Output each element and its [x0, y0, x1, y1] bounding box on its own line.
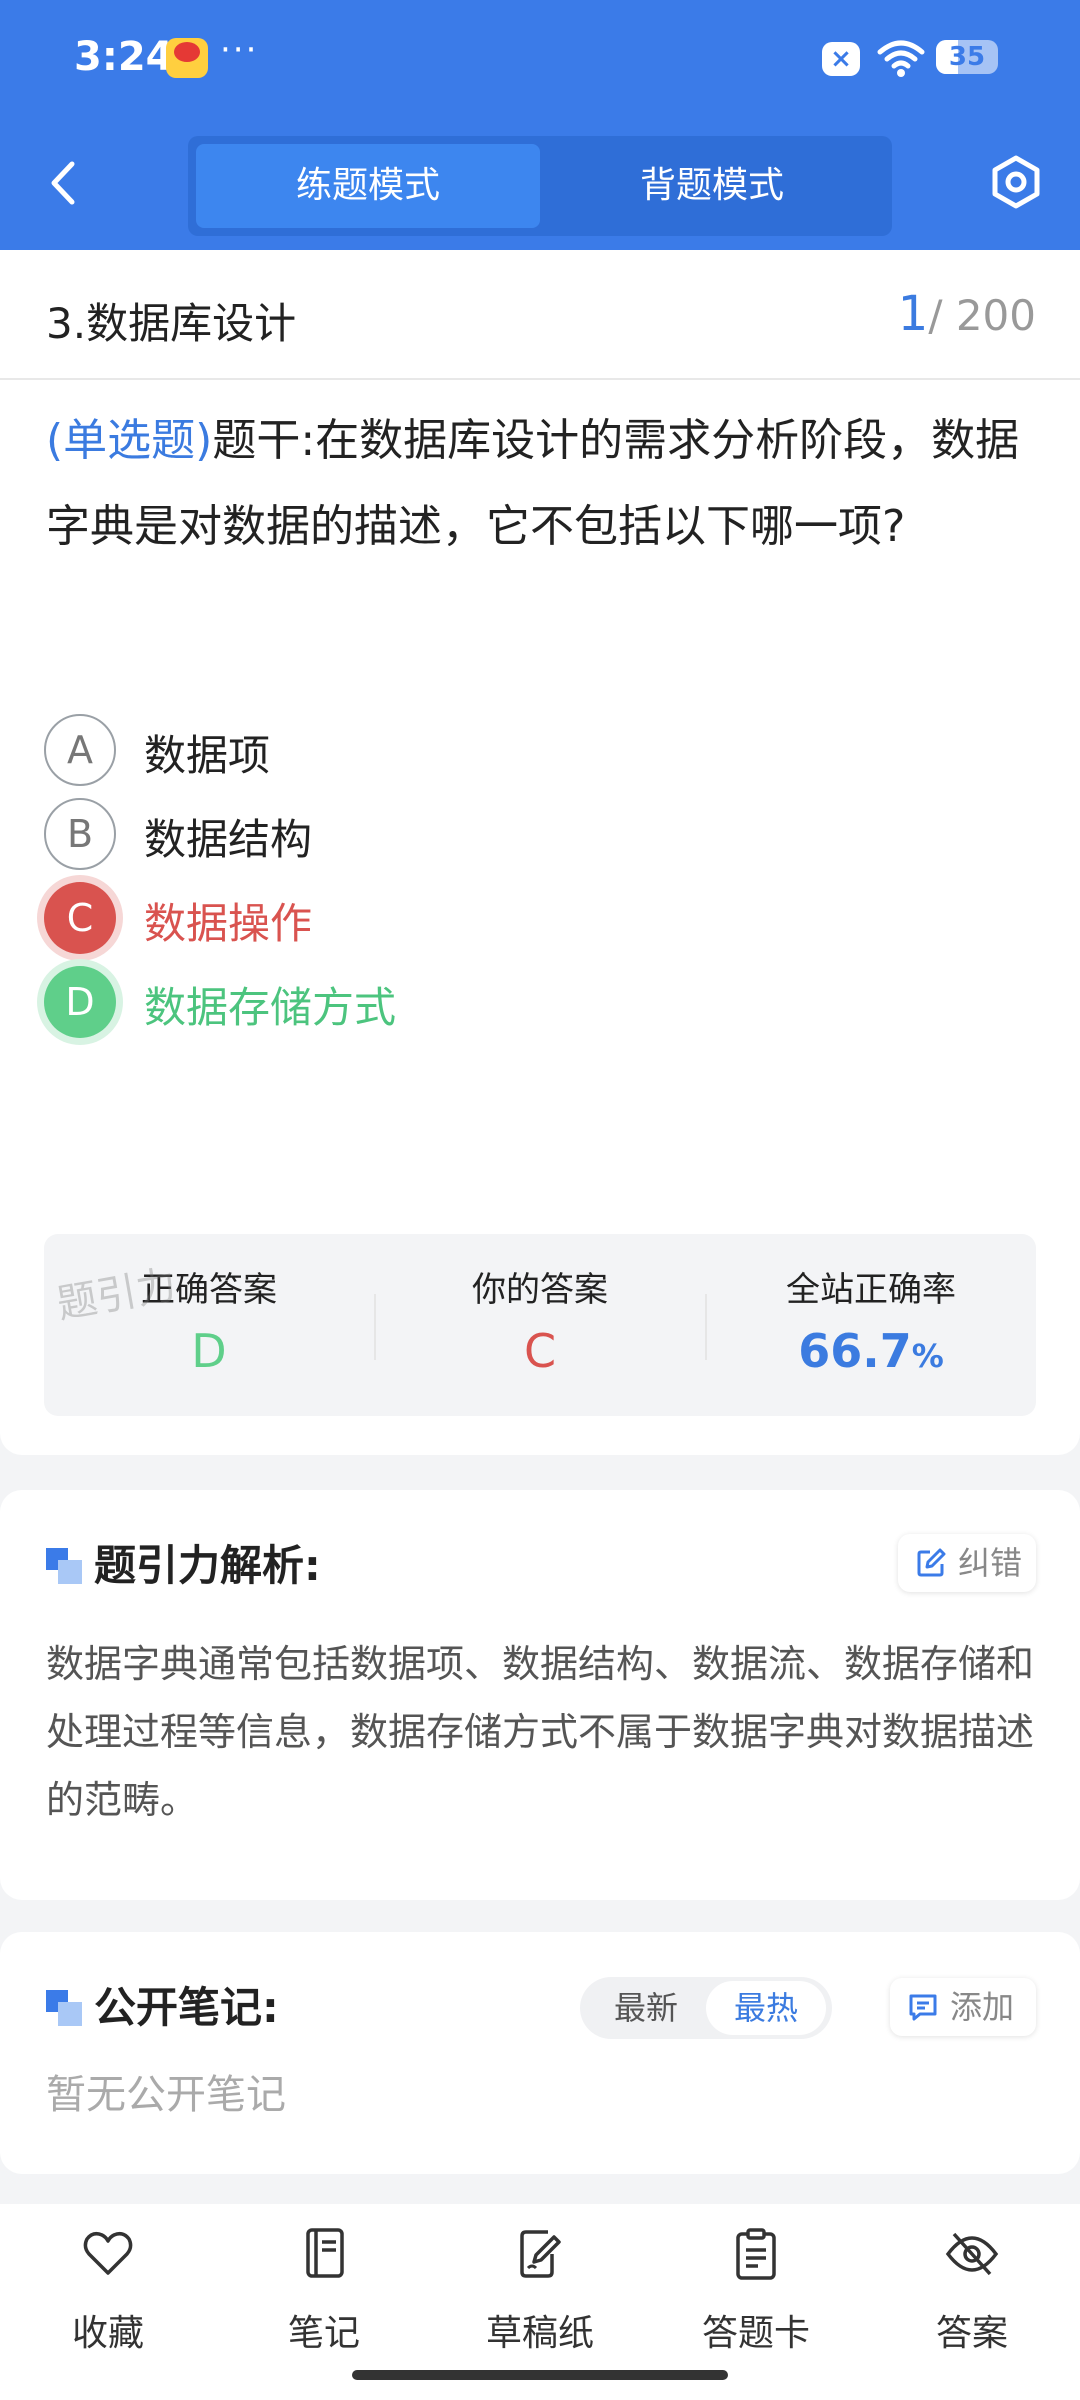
- nav-favorite[interactable]: 收藏: [0, 2226, 216, 2366]
- battery-icon: 35: [936, 40, 998, 74]
- sort-latest[interactable]: 最新: [586, 1981, 706, 2035]
- your-answer-value: C: [523, 1324, 557, 1378]
- notes-sort-toggle: 最新 最热: [580, 1977, 832, 2039]
- analysis-title: 题引力解析:: [94, 1541, 321, 1590]
- draft-icon: [520, 2230, 561, 2278]
- nav-answer-toggle[interactable]: 答案: [864, 2226, 1080, 2366]
- option-c-wrong[interactable]: C 数据操作: [44, 882, 944, 958]
- public-notes-card: 公开笔记: 最新 最热 添加 暂无公开笔记: [0, 1932, 1080, 2174]
- battery-level: 35: [948, 42, 986, 72]
- correct-rate-column: 全站正确率 66.7%: [706, 1234, 1036, 1416]
- nav-label: 草稿纸: [485, 2313, 594, 2354]
- analysis-card: 题引力解析: 纠错 数据字典通常包括数据项、数据结构、数据流、数据存储和处理过程…: [0, 1490, 1080, 1900]
- mode-switch: 练题模式 背题模式: [188, 136, 892, 236]
- sort-hottest[interactable]: 最热: [706, 1981, 826, 2035]
- nav-label: 答案: [935, 2313, 1008, 2354]
- top-bar: 3:24 ··· × 35 练题模式 背题模式: [0, 0, 1080, 250]
- section-squares-icon: [46, 1990, 82, 2026]
- more-notifications-indicator: ···: [220, 30, 259, 70]
- question-stem: (单选题)题干:在数据库设计的需求分析阶段，数据字典是对数据的描述，它不包括以下…: [46, 398, 1042, 570]
- correct-answer-column: 正确答案 D: [44, 1234, 374, 1416]
- report-error-button[interactable]: 纠错: [898, 1534, 1036, 1592]
- option-text: 数据操作: [144, 899, 313, 948]
- correct-rate-number: 66.7: [798, 1324, 912, 1378]
- option-letter: C: [44, 882, 116, 954]
- option-text: 数据项: [144, 731, 271, 780]
- add-note-label: 添加: [950, 1988, 1015, 2026]
- shopping-app-icon: [166, 38, 208, 78]
- nav-label: 收藏: [71, 2313, 144, 2354]
- section-squares-icon: [46, 1548, 82, 1584]
- wifi-icon: [877, 40, 925, 77]
- your-answer-label: 你的答案: [472, 1270, 608, 1310]
- nav-answer-card[interactable]: 答题卡: [648, 2226, 864, 2366]
- status-time: 3:24: [74, 34, 174, 80]
- eye-off-icon: [945, 2232, 999, 2276]
- chapter-title: 3.数据库设计: [46, 299, 297, 348]
- home-indicator[interactable]: [352, 2370, 728, 2380]
- nav-label: 答题卡: [701, 2313, 810, 2354]
- correct-rate-unit: %: [911, 1337, 944, 1375]
- nav-draft[interactable]: 草稿纸: [432, 2226, 648, 2366]
- settings-hexagon-icon[interactable]: [988, 154, 1044, 210]
- notes-title: 公开笔记:: [94, 1983, 279, 2032]
- edit-icon: [917, 1548, 946, 1577]
- nav-label: 笔记: [287, 2313, 360, 2354]
- question-progress: 1/ 200: [898, 286, 1036, 342]
- correct-rate-label: 全站正确率: [786, 1270, 956, 1310]
- answer-summary: 正确答案 D 你的答案 C 全站正确率 66.7%: [44, 1234, 1036, 1416]
- option-d-correct[interactable]: D 数据存储方式: [44, 966, 944, 1042]
- option-letter: A: [44, 714, 116, 786]
- divider: [0, 378, 1080, 380]
- notebook-icon: [306, 2228, 344, 2278]
- option-text: 数据存储方式: [144, 983, 397, 1032]
- correct-rate-value: 66.7%: [706, 1324, 1036, 1378]
- current-question-number: 1: [897, 286, 929, 342]
- empty-notes-text: 暂无公开笔记: [46, 2072, 286, 2118]
- question-type: (单选题): [46, 415, 213, 466]
- option-text: 数据结构: [144, 815, 313, 864]
- option-letter: B: [44, 798, 116, 870]
- option-b[interactable]: B 数据结构: [44, 798, 944, 874]
- total-questions: / 200: [928, 291, 1036, 340]
- report-error-label: 纠错: [958, 1544, 1023, 1582]
- option-letter: D: [44, 966, 116, 1038]
- back-arrow-icon[interactable]: [44, 158, 84, 208]
- correct-answer-value: D: [191, 1324, 227, 1378]
- tab-recite-mode[interactable]: 背题模式: [540, 144, 884, 228]
- analysis-text: 数据字典通常包括数据项、数据结构、数据流、数据存储和处理过程等信息，数据存储方式…: [46, 1642, 1035, 1822]
- status-bar: 3:24 ··· × 35: [0, 0, 1080, 120]
- answer-card-icon: [736, 2228, 776, 2280]
- option-a[interactable]: A 数据项: [44, 714, 944, 790]
- close-indicator-icon: ×: [822, 42, 860, 76]
- question-card: 3.数据库设计 1/ 200 (单选题)题干:在数据库设计的需求分析阶段，数据字…: [0, 250, 1080, 1455]
- add-note-button[interactable]: 添加: [890, 1978, 1036, 2036]
- tab-practice-mode[interactable]: 练题模式: [196, 144, 540, 228]
- your-answer-column: 你的答案 C: [375, 1234, 705, 1416]
- heart-icon: [83, 2231, 133, 2275]
- nav-notes[interactable]: 笔记: [216, 2226, 432, 2366]
- comment-icon: [909, 1994, 937, 2021]
